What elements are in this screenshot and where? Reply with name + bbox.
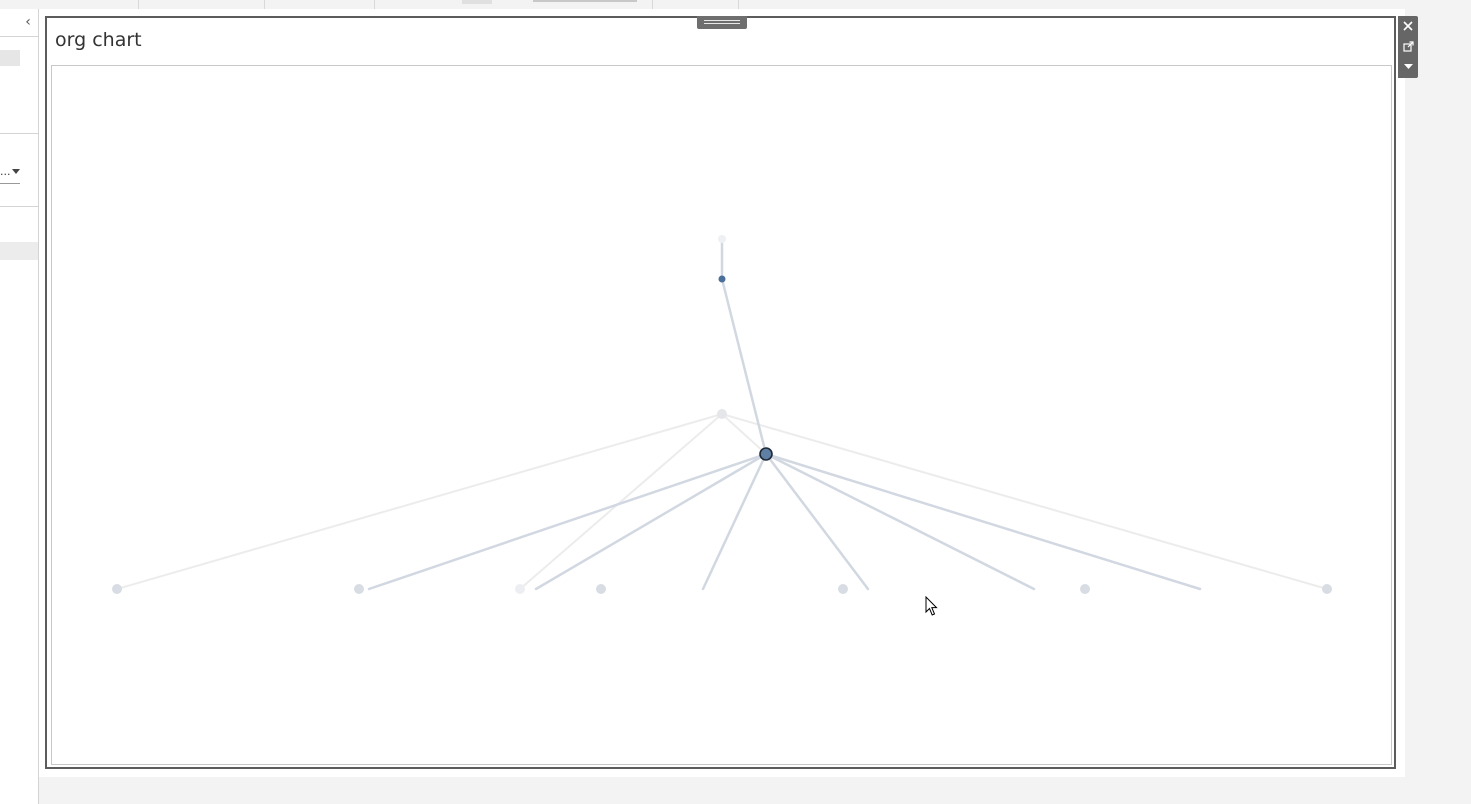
org-node[interactable] xyxy=(515,584,525,594)
list-item-selected[interactable] xyxy=(0,242,38,260)
dropdown-underline xyxy=(0,183,20,184)
caret-down-icon[interactable] xyxy=(1398,57,1418,77)
tab-divider xyxy=(738,0,739,9)
org-node-highlighted[interactable] xyxy=(718,275,726,283)
org-node[interactable] xyxy=(1080,584,1090,594)
close-icon[interactable] xyxy=(1398,16,1418,36)
org-node[interactable] xyxy=(717,409,727,419)
tab-item-active[interactable] xyxy=(533,0,637,2)
org-edge xyxy=(367,452,768,591)
org-edge xyxy=(721,413,1328,590)
left-side-panel: ‹ ... xyxy=(0,9,39,804)
drag-handle[interactable] xyxy=(697,16,747,29)
org-edge xyxy=(116,413,723,590)
org-chart-viz[interactable] xyxy=(51,65,1392,765)
org-node[interactable] xyxy=(838,584,848,594)
dropdown-value: ... xyxy=(0,165,11,178)
org-node[interactable] xyxy=(112,584,122,594)
tab-item[interactable] xyxy=(462,0,492,4)
tab-strip xyxy=(0,0,1405,9)
org-node[interactable] xyxy=(718,235,726,243)
tab-divider xyxy=(374,0,375,9)
chevron-down-icon[interactable] xyxy=(12,169,20,174)
tab-divider xyxy=(138,0,139,9)
open-external-icon[interactable] xyxy=(1398,36,1418,56)
org-edge xyxy=(764,452,870,591)
org-edge xyxy=(764,452,1202,591)
org-edge xyxy=(519,413,723,590)
chevron-left-icon[interactable]: ‹ xyxy=(20,13,36,31)
mouse-cursor-icon xyxy=(925,595,939,621)
tab-divider xyxy=(264,0,265,9)
panel-title: org chart xyxy=(55,29,142,51)
list-item[interactable] xyxy=(0,50,20,66)
divider xyxy=(0,133,38,134)
org-node[interactable] xyxy=(1322,584,1332,594)
tab-divider xyxy=(652,0,653,9)
org-edge xyxy=(720,277,768,456)
org-chart-svg[interactable] xyxy=(52,66,1392,765)
org-edge xyxy=(701,452,768,591)
org-node-selected[interactable] xyxy=(759,447,773,461)
divider xyxy=(0,36,38,37)
org-edge xyxy=(764,452,1036,591)
divider xyxy=(0,206,38,207)
panel-toolbar xyxy=(1398,16,1418,78)
org-node[interactable] xyxy=(354,584,364,594)
org-node[interactable] xyxy=(596,584,606,594)
